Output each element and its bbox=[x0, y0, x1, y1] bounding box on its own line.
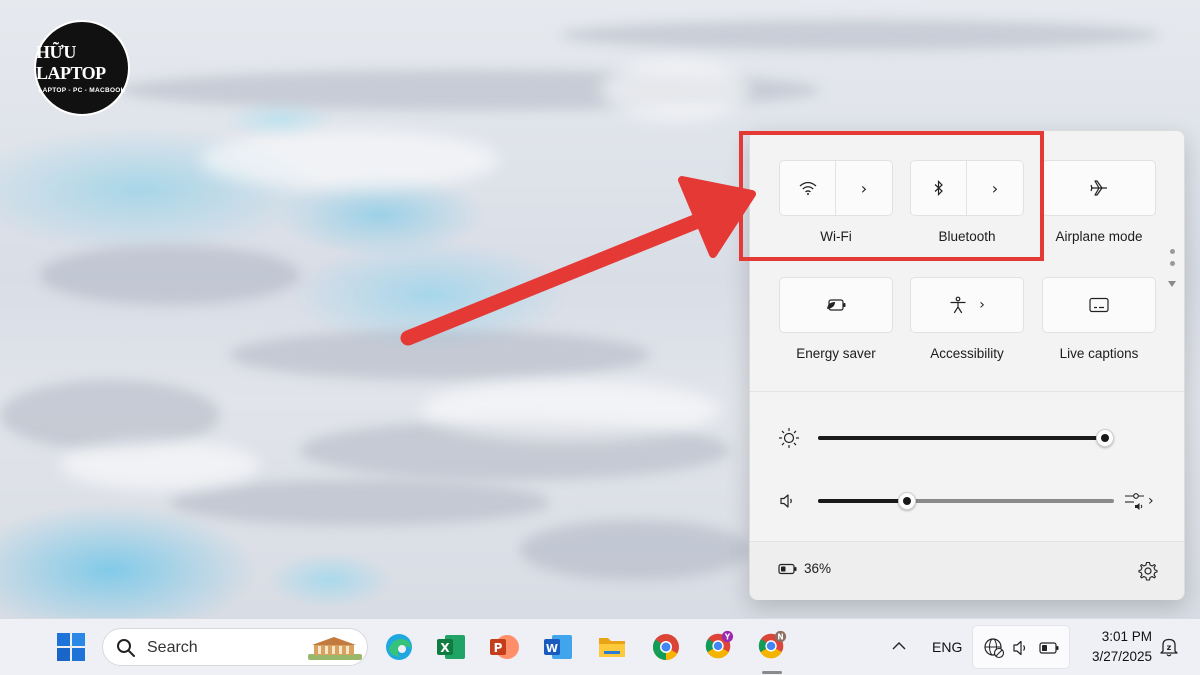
logo-name: HỮU LAPTOP bbox=[36, 42, 106, 83]
bluetooth-icon bbox=[934, 180, 943, 196]
svg-text:P: P bbox=[494, 641, 503, 655]
svg-text:z: z bbox=[1167, 643, 1172, 652]
accessibility-label: Accessibility bbox=[930, 346, 1004, 361]
notification-bell-icon[interactable]: z bbox=[1158, 636, 1180, 658]
taskbar: Search X P W Y N ENG 3:01 PM 3/27/2025 z bbox=[0, 618, 1200, 675]
tile-page-indicator[interactable] bbox=[1167, 249, 1177, 292]
sound-output-button[interactable]: › bbox=[1124, 489, 1160, 513]
chevron-right-icon: › bbox=[991, 178, 999, 198]
active-app-indicator bbox=[762, 671, 782, 674]
quick-settings-tiles: › Wi-Fi › Bluetooth Airplane mode Energy… bbox=[750, 131, 1184, 391]
search-placeholder: Search bbox=[147, 639, 198, 656]
search-box[interactable]: Search bbox=[102, 628, 368, 666]
volume-slider[interactable] bbox=[818, 492, 1114, 510]
svg-text:Y: Y bbox=[724, 632, 731, 641]
svg-text:X: X bbox=[440, 641, 450, 655]
airplane-mode-tile[interactable] bbox=[1042, 160, 1156, 216]
brightness-slider-thumb[interactable] bbox=[1096, 429, 1114, 447]
wifi-expand-button[interactable]: › bbox=[836, 161, 892, 215]
bluetooth-label: Bluetooth bbox=[938, 229, 996, 244]
file-explorer-icon[interactable] bbox=[596, 631, 628, 663]
sound-mixer-icon bbox=[1125, 493, 1144, 510]
brightness-slider-fill bbox=[818, 436, 1105, 440]
language-indicator[interactable]: ENG bbox=[932, 639, 962, 655]
powerpoint-icon[interactable]: P bbox=[488, 631, 520, 663]
quick-settings-footer: 36% bbox=[750, 541, 1184, 600]
battery-icon bbox=[778, 563, 797, 574]
volume-slider-fill bbox=[818, 499, 907, 503]
quick-settings-button[interactable] bbox=[972, 625, 1070, 669]
energy-saver-icon bbox=[827, 299, 846, 311]
page-dot bbox=[1169, 261, 1175, 266]
airplane-icon bbox=[1090, 180, 1107, 196]
quick-settings-sliders: › bbox=[750, 391, 1184, 541]
battery-percent: 36% bbox=[804, 561, 832, 576]
chrome-icon[interactable] bbox=[650, 631, 682, 663]
bluetooth-expand-button[interactable]: › bbox=[967, 161, 1023, 215]
battery-status[interactable]: 36% bbox=[778, 561, 831, 576]
edge-icon[interactable] bbox=[383, 631, 415, 663]
excel-icon[interactable]: X bbox=[435, 631, 467, 663]
chrome-profile-n-icon[interactable]: N bbox=[756, 629, 788, 661]
tray-battery-icon bbox=[1039, 642, 1059, 654]
speaker-icon bbox=[780, 494, 792, 508]
word-icon[interactable]: W bbox=[542, 631, 574, 663]
svg-text:W: W bbox=[546, 642, 558, 655]
volume-row: › bbox=[750, 486, 1184, 516]
wifi-tile[interactable]: › bbox=[779, 160, 893, 216]
logo-tagline: LAPTOP - PC - MACBOOK bbox=[38, 87, 126, 94]
chevron-up-icon[interactable] bbox=[891, 641, 907, 651]
brightness-row bbox=[750, 423, 1184, 453]
wifi-icon bbox=[799, 181, 816, 195]
chrome-profile-y-icon[interactable]: Y bbox=[703, 629, 735, 661]
live-captions-icon bbox=[1089, 297, 1109, 313]
chevron-right-icon: › bbox=[1148, 493, 1154, 509]
accessibility-icon bbox=[950, 296, 966, 314]
search-icon bbox=[117, 639, 135, 657]
energy-saver-tile[interactable] bbox=[779, 277, 893, 333]
bluetooth-tile[interactable]: › bbox=[910, 160, 1024, 216]
wifi-label: Wi-Fi bbox=[820, 229, 852, 244]
volume-slider-thumb[interactable] bbox=[898, 492, 916, 510]
accessibility-tile[interactable]: › bbox=[910, 277, 1024, 333]
energy-saver-label: Energy saver bbox=[796, 346, 876, 361]
clock[interactable]: 3:01 PM 3/27/2025 bbox=[1076, 627, 1152, 669]
live-captions-label: Live captions bbox=[1059, 346, 1139, 361]
clock-time: 3:01 PM bbox=[1101, 629, 1152, 644]
live-captions-tile[interactable] bbox=[1042, 277, 1156, 333]
start-icon[interactable] bbox=[55, 631, 87, 663]
brightness-icon bbox=[778, 427, 800, 449]
globe-no-internet-icon bbox=[984, 638, 1005, 659]
bluetooth-toggle[interactable] bbox=[911, 161, 968, 215]
gear-icon bbox=[1138, 561, 1158, 581]
tray-speaker-icon bbox=[1013, 640, 1026, 656]
chevron-right-icon: › bbox=[860, 178, 868, 198]
quick-settings-panel: › Wi-Fi › Bluetooth Airplane mode Energy… bbox=[749, 130, 1185, 600]
brand-logo: HỮU LAPTOP LAPTOP - PC - MACBOOK bbox=[34, 20, 130, 116]
search-highlight-icon bbox=[308, 637, 362, 660]
wifi-toggle[interactable] bbox=[780, 161, 837, 215]
chevron-right-icon: › bbox=[979, 297, 985, 313]
scroll-down-icon bbox=[1168, 281, 1176, 287]
clock-date: 3/27/2025 bbox=[1091, 649, 1152, 664]
settings-button[interactable] bbox=[1138, 561, 1160, 583]
airplane-mode-label: Airplane mode bbox=[1055, 229, 1143, 244]
page-dot bbox=[1169, 249, 1175, 254]
brightness-slider[interactable] bbox=[818, 429, 1114, 447]
svg-text:N: N bbox=[777, 632, 783, 641]
